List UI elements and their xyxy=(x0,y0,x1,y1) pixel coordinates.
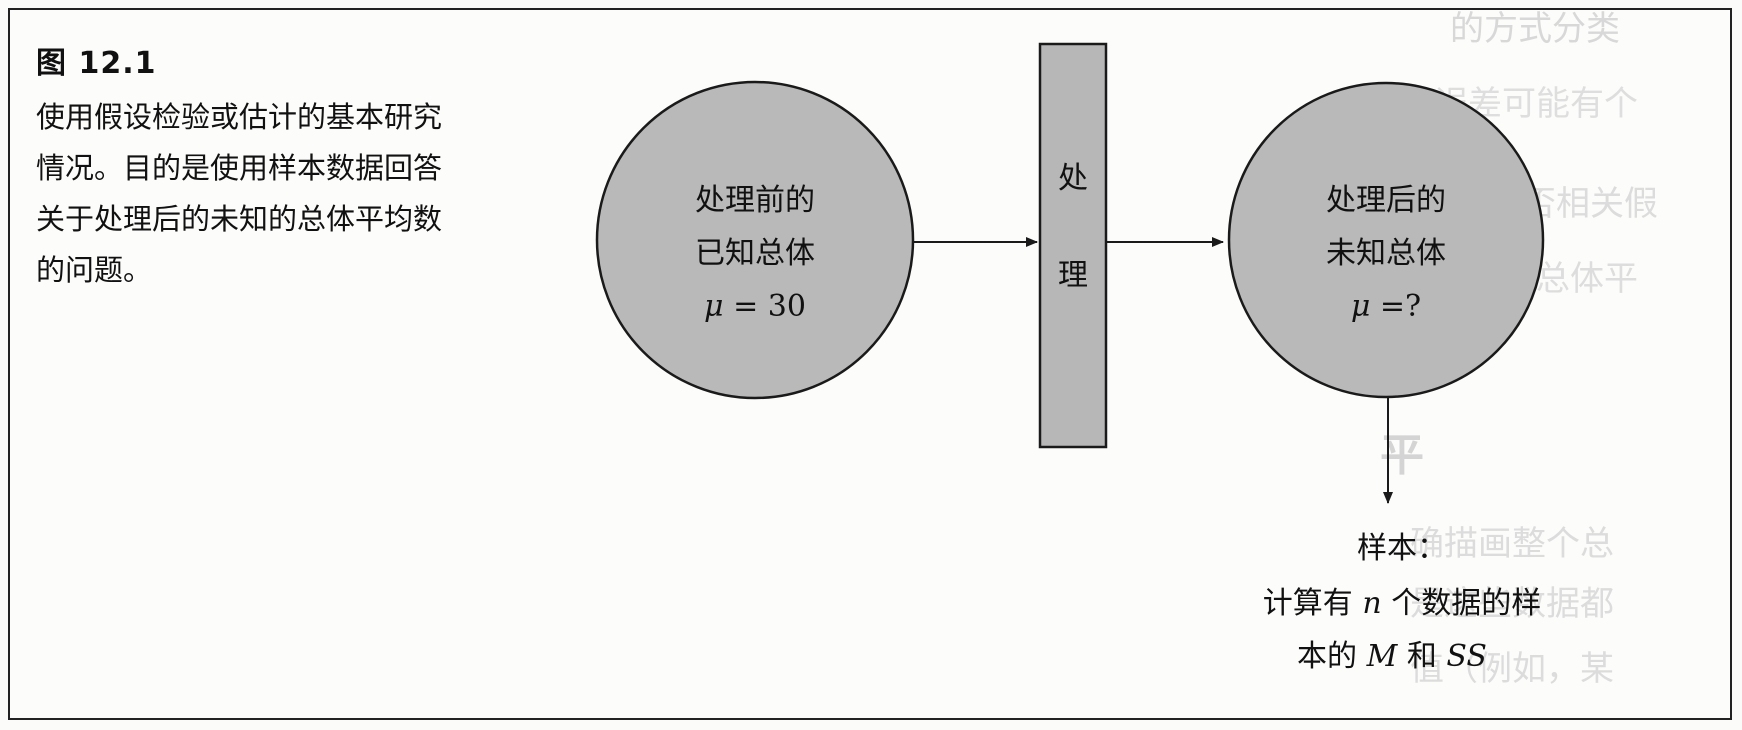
research-diagram: 处理前的 已知总体 μ = 30 处 理 处理后的 未知总体 μ =? 样本： … xyxy=(595,42,1545,674)
mu-symbol: μ xyxy=(704,289,724,324)
treatment-rect xyxy=(1038,42,1108,449)
known-population-node: 处理前的 已知总体 μ = 30 xyxy=(595,80,915,400)
sample-line3: 本的 M 和 SS xyxy=(1297,639,1487,674)
treatment-char-1: 处 xyxy=(1058,161,1088,196)
unknown-population-node: 处理后的 未知总体 μ =? xyxy=(1227,81,1545,399)
known-population-line1: 处理前的 xyxy=(695,183,815,218)
sample-line1: 样本： xyxy=(1357,531,1447,566)
unknown-population-line1: 处理后的 xyxy=(1326,183,1446,218)
sample-text: 和 xyxy=(1397,639,1446,674)
sample-line2: 计算有 n 个数据的样 xyxy=(1263,586,1541,621)
sample-ss-symbol: SS xyxy=(1446,639,1487,674)
sample-n-symbol: n xyxy=(1362,586,1381,621)
mean-value: = 30 xyxy=(724,289,806,324)
sample-text: 本的 xyxy=(1297,639,1367,674)
treatment-char-2: 理 xyxy=(1058,258,1088,293)
unknown-population-mean: μ =? xyxy=(1351,289,1421,324)
known-population-mean: μ = 30 xyxy=(704,289,806,324)
sample-m-symbol: M xyxy=(1366,639,1399,674)
known-population-line2: 已知总体 xyxy=(695,236,815,271)
sample-text: 个数据的样 xyxy=(1382,586,1542,621)
mu-symbol: μ xyxy=(1351,289,1371,324)
mean-value: =? xyxy=(1370,289,1421,324)
sample-text: 计算有 xyxy=(1263,586,1363,621)
sample-node: 样本： 计算有 n 个数据的样 本的 M 和 SS xyxy=(1263,531,1541,674)
treatment-box: 处 理 xyxy=(1038,42,1108,449)
unknown-population-line2: 未知总体 xyxy=(1326,236,1446,271)
